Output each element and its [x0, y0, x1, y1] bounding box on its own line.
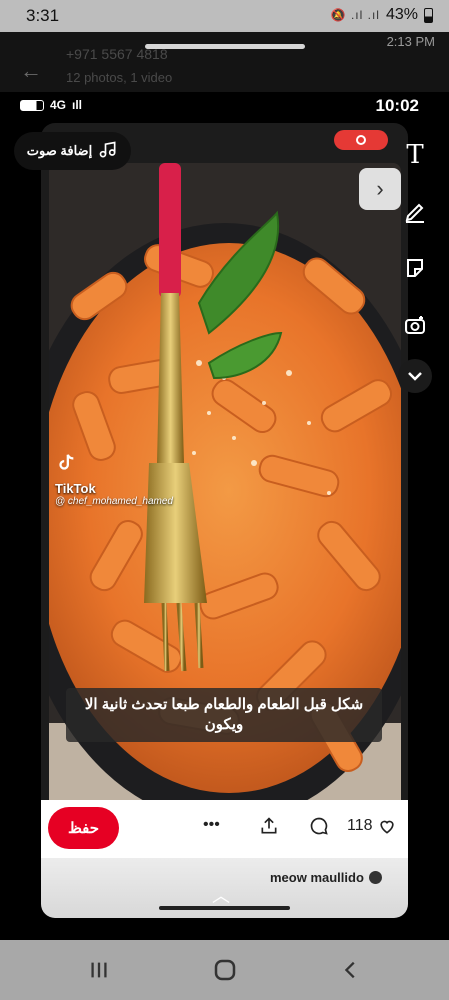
home-icon	[214, 959, 236, 981]
inner-status-bar: 4G ıll 10:02	[0, 92, 449, 120]
background-chat-header: 2:13 PM ← +971 5567 4818 12 photos, 1 vi…	[0, 32, 449, 92]
comment-icon	[310, 817, 328, 835]
add-audio-label: إضافة صوت	[26, 143, 93, 158]
tiktok-username: @ chef_mohamed_hamed	[55, 496, 173, 507]
chevron-down-icon	[408, 372, 422, 381]
story-caption: شكل قبل الطعام والطعام طبعا تحدث ثانية ا…	[66, 688, 382, 742]
tiktok-icon	[59, 454, 74, 470]
camera-icon	[405, 316, 425, 334]
pencil-icon	[405, 203, 424, 223]
status-time: 3:31	[26, 6, 60, 25]
background-contact: +971 5567 4818	[66, 46, 168, 62]
likes-count: 118	[347, 817, 373, 834]
text-tool-button[interactable]: T	[400, 140, 430, 170]
chevron-right-icon: ›	[376, 176, 384, 201]
save-button[interactable]: حفظ	[48, 807, 119, 849]
background-time: 2:13 PM	[386, 34, 435, 49]
music-note-icon	[98, 140, 118, 163]
home-indicator	[159, 906, 290, 910]
share-icon	[261, 817, 277, 834]
recent-apps-icon	[91, 962, 107, 978]
inner-status-left: 4G ıll	[20, 98, 82, 112]
status-bar: 3:31 🔕 .ıl .ıl 43%	[0, 0, 449, 32]
record-button[interactable]	[334, 130, 388, 150]
sticker-tool-button[interactable]	[400, 253, 430, 283]
author-name: meow maullido	[270, 870, 364, 885]
more-options-button[interactable]: •••	[203, 816, 220, 834]
text-tool-icon: T	[406, 140, 424, 170]
record-icon	[356, 135, 366, 145]
camera-tool-button[interactable]	[400, 310, 430, 340]
system-nav-bar	[0, 940, 449, 1000]
recent-apps-button[interactable]	[86, 958, 112, 982]
next-button[interactable]: ›	[359, 168, 401, 210]
battery-icon	[424, 7, 433, 23]
home-button[interactable]	[212, 958, 238, 982]
back-arrow-icon: ←	[20, 58, 42, 83]
sticker-icon	[407, 259, 423, 277]
background-subtitle: 12 photos, 1 video	[66, 70, 173, 85]
action-bar: حفظ ••• 118	[41, 800, 408, 858]
sheet-drag-handle[interactable]	[145, 44, 305, 49]
inner-network: 4G	[50, 98, 67, 112]
story-card	[41, 123, 408, 918]
share-button[interactable]	[259, 816, 279, 836]
screen: 3:31 🔕 .ıl .ıl 43% 2:13 PM ← +971 5567 4…	[0, 0, 449, 1000]
comment-button[interactable]	[309, 816, 329, 836]
pin-author-bar: meow maullido ︿	[41, 858, 408, 918]
chevron-up-icon[interactable]: ︿	[212, 882, 230, 908]
tiktok-brand: TikTok	[55, 481, 96, 496]
signal-icons: 🔕 .ıl .ıl	[330, 8, 380, 22]
back-button[interactable]	[338, 958, 364, 982]
back-chevron-icon	[344, 961, 355, 979]
inner-time: 10:02	[375, 96, 419, 115]
author-info[interactable]: meow maullido	[270, 870, 382, 885]
more-tools-button[interactable]	[398, 359, 432, 393]
inner-battery-icon	[20, 99, 44, 111]
more-dots-icon: •••	[203, 816, 220, 833]
add-audio-button[interactable]: إضافة صوت	[14, 132, 131, 170]
avatar	[368, 871, 382, 884]
status-right: 🔕 .ıl .ıl 43%	[331, 6, 433, 24]
battery-percent: 43%	[385, 6, 418, 23]
tiktok-watermark: TikTok @ chef_mohamed_hamed	[55, 452, 173, 507]
draw-tool-button[interactable]	[400, 197, 430, 227]
heart-icon	[379, 820, 394, 834]
inner-signal-icon: ıll	[72, 98, 83, 112]
like-button[interactable]: 118	[347, 816, 397, 836]
